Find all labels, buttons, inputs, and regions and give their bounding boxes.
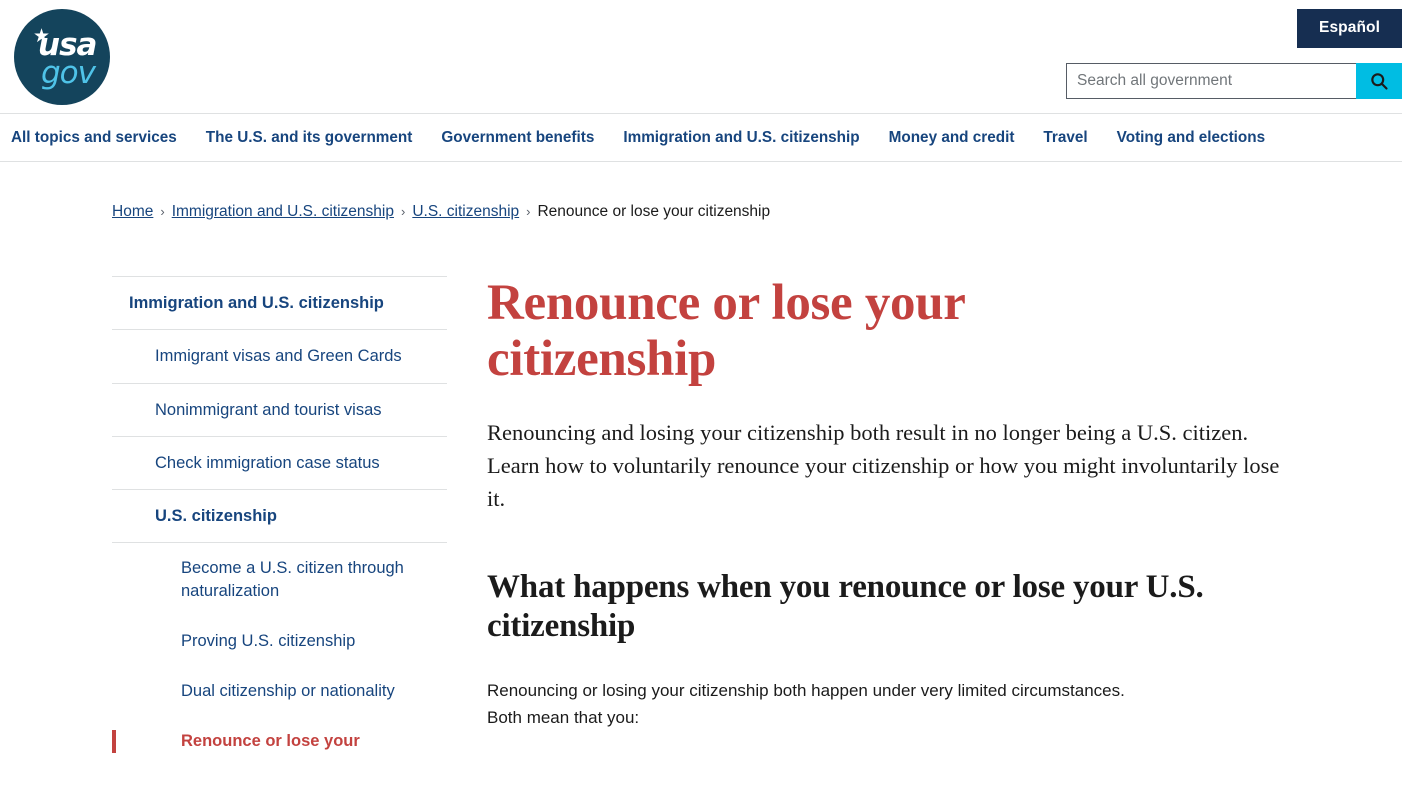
section-paragraph: Renouncing or losing your citizenship bo… (487, 680, 1125, 728)
sidebar-item-3[interactable]: Check immigration case status (112, 452, 447, 474)
search-icon (1371, 73, 1388, 90)
breadcrumb: Home › Immigration and U.S. citizenship › U.… (0, 162, 1402, 221)
sidebar-row: Immigrant visas and Green Cards (112, 330, 447, 384)
nav-item-0[interactable]: All topics and services (11, 129, 177, 147)
sidebar-row: U.S. citizenship (112, 490, 447, 544)
search-form (1066, 63, 1402, 99)
sidebar-row: Dual citizenship or nationality (112, 666, 447, 716)
breadcrumb-separator: › (160, 204, 165, 219)
sidebar-item-0[interactable]: Immigration and U.S. citizenship (112, 292, 447, 314)
breadcrumb-link-1[interactable]: Immigration and U.S. citizenship (172, 203, 394, 220)
nav-item-3[interactable]: Immigration and U.S. citizenship (623, 129, 859, 147)
sidebar-item-4[interactable]: U.S. citizenship (112, 505, 447, 527)
nav-item-1[interactable]: The U.S. and its government (206, 129, 413, 147)
sidebar-row: Become a U.S. citizen through naturaliza… (112, 543, 447, 616)
page-body: Immigration and U.S. citizenship Immigran… (0, 221, 1402, 767)
usagov-logo[interactable]: ★ usa gov (14, 9, 110, 105)
lead-paragraph: Renouncing and losing your citizenship b… (487, 420, 1280, 511)
logo-text-gov: gov (41, 55, 96, 91)
main-content: Renounce or lose your citizenship Renoun… (487, 275, 1402, 767)
language-toggle-button[interactable]: Español (1297, 9, 1402, 48)
sidebar-row: Proving U.S. citizenship (112, 616, 447, 666)
nav-item-6[interactable]: Voting and elections (1117, 129, 1265, 147)
sidebar-row: Nonimmigrant and tourist visas (112, 384, 447, 437)
nav-item-4[interactable]: Money and credit (889, 129, 1015, 147)
section-heading: What happens when you renounce or lose y… (487, 568, 1204, 645)
search-input[interactable] (1066, 63, 1356, 99)
breadcrumb-current: Renounce or lose your citizenship (537, 203, 771, 220)
breadcrumb-link-0[interactable]: Home (112, 203, 153, 220)
logo-circle: ★ usa gov (14, 9, 110, 105)
page-title: Renounce or lose your citizenship (487, 275, 965, 387)
breadcrumb-separator: › (400, 204, 406, 219)
sidebar-item-2[interactable]: Nonimmigrant and tourist visas (112, 399, 447, 421)
sidebar-list: Immigration and U.S. citizenship Immigran… (112, 276, 447, 767)
breadcrumb-link-2[interactable]: U.S. citizenship (412, 203, 519, 220)
breadcrumb-separator: › (526, 204, 531, 219)
sidebar-item-6[interactable]: Proving U.S. citizenship (112, 630, 447, 652)
sidebar-item-1[interactable]: Immigrant visas and Green Cards (112, 345, 447, 367)
nav-item-5[interactable]: Travel (1043, 129, 1087, 147)
sidebar-row: Renounce or lose your (112, 716, 447, 766)
nav-item-2[interactable]: Government benefits (441, 129, 594, 147)
sidebar-row: Check immigration case status (112, 437, 447, 491)
section-sidebar-navigation: Immigration and U.S. citizenship Immigran… (112, 276, 487, 767)
site-header: ★ usa gov Español (0, 0, 1402, 113)
sidebar-item-8[interactable]: Renounce or lose your (112, 730, 447, 753)
sidebar-item-7[interactable]: Dual citizenship or nationality (112, 680, 447, 702)
search-submit-button[interactable] (1356, 63, 1402, 99)
primary-navigation: All topics and services The U.S. and its … (0, 113, 1402, 162)
sidebar-item-5[interactable]: Become a U.S. citizen through naturaliza… (112, 557, 447, 602)
sidebar-row: Immigration and U.S. citizenship (112, 277, 447, 331)
